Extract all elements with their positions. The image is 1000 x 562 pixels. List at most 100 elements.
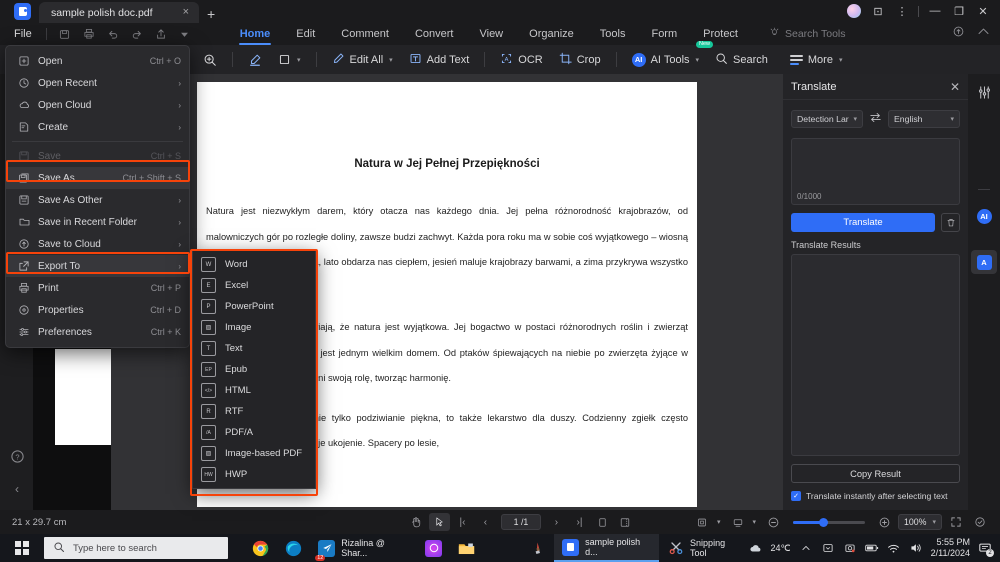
hand-icon[interactable] bbox=[406, 513, 427, 531]
file-menu-dropdown[interactable]: Open Ctrl + O Open Recent › Open Cloud ›… bbox=[5, 45, 190, 348]
save-icon[interactable] bbox=[53, 25, 77, 43]
export-item-image-based-pdf[interactable]: ▨ Image-based PDF bbox=[193, 443, 315, 464]
share-icon[interactable] bbox=[149, 25, 173, 43]
export-item-pdfa[interactable]: /A PDF/A bbox=[193, 422, 315, 443]
menu-item-preferences[interactable]: Preferences Ctrl + K bbox=[6, 321, 189, 343]
ocr-button[interactable]: A OCR bbox=[492, 49, 550, 71]
start-button[interactable] bbox=[0, 534, 44, 562]
zoom-level-select[interactable]: 100% ▾ bbox=[898, 514, 942, 530]
chevron-down-icon[interactable] bbox=[173, 25, 197, 43]
tab-edit[interactable]: Edit bbox=[283, 24, 328, 45]
collapse-ribbon-icon[interactable] bbox=[977, 25, 990, 43]
tab-organize[interactable]: Organize bbox=[516, 24, 587, 45]
zoom-slider-knob[interactable] bbox=[819, 517, 828, 527]
menu-item-create[interactable]: Create › bbox=[6, 116, 189, 138]
chevron-down-icon[interactable]: ▾ bbox=[717, 518, 721, 526]
close-icon[interactable]: ✕ bbox=[950, 80, 960, 94]
facing-page-view-icon[interactable] bbox=[615, 513, 636, 531]
swap-languages-icon[interactable] bbox=[869, 112, 882, 126]
target-language-select[interactable]: English ▾ bbox=[888, 110, 960, 128]
fit-page-button[interactable] bbox=[969, 513, 990, 531]
select-text-icon[interactable] bbox=[428, 513, 450, 531]
highlight-icon[interactable] bbox=[240, 49, 270, 71]
taskbar-app-paint[interactable] bbox=[521, 534, 554, 562]
translate-button[interactable]: Translate bbox=[791, 213, 935, 232]
battery-icon[interactable] bbox=[864, 541, 879, 555]
zoom-in-button[interactable] bbox=[874, 513, 895, 531]
camera-icon[interactable] bbox=[843, 541, 857, 555]
tab-form[interactable]: Form bbox=[638, 24, 690, 45]
last-page-button[interactable]: ›| bbox=[569, 513, 590, 531]
maximize-button[interactable]: ❐ bbox=[948, 2, 970, 20]
menu-item-save-as[interactable]: Save As Ctrl + Shift + S bbox=[6, 167, 189, 189]
tab-view[interactable]: View bbox=[466, 24, 516, 45]
taskbar-app-chrome[interactable] bbox=[244, 534, 277, 562]
checkbox-checked-icon[interactable]: ✓ bbox=[791, 491, 801, 501]
trash-icon[interactable] bbox=[941, 213, 960, 232]
taskbar-app-mail[interactable]: 12 Rizalina @ Shar... bbox=[310, 534, 417, 562]
taskbar-app-snipping-tool[interactable]: Snipping Tool bbox=[659, 534, 748, 562]
file-menu-button[interactable]: File bbox=[0, 28, 40, 40]
close-icon[interactable]: × bbox=[179, 7, 193, 18]
menu-item-export-to[interactable]: Export To › bbox=[6, 255, 189, 277]
chevron-up-icon[interactable] bbox=[799, 541, 813, 555]
tab-home[interactable]: Home bbox=[227, 24, 284, 45]
layout-icon[interactable] bbox=[727, 513, 748, 531]
translate-source-textarea[interactable]: 0/1000 bbox=[791, 138, 960, 205]
more-button[interactable]: More ▾ bbox=[782, 49, 851, 71]
export-item-rtf[interactable]: R RTF bbox=[193, 401, 315, 422]
page-view-mode-icon[interactable] bbox=[692, 513, 713, 531]
crop-button[interactable]: Crop bbox=[551, 49, 609, 71]
help-button[interactable]: ? bbox=[8, 447, 26, 465]
minimize-button[interactable]: — bbox=[924, 2, 946, 20]
tab-tools[interactable]: Tools bbox=[587, 24, 639, 45]
add-text-button[interactable]: Add Text bbox=[401, 49, 478, 71]
single-page-view-icon[interactable] bbox=[592, 513, 613, 531]
menu-item-save-as-other[interactable]: Save As Other › bbox=[6, 189, 189, 211]
tab-comment[interactable]: Comment bbox=[328, 24, 402, 45]
taskbar-app-file-explorer[interactable] bbox=[450, 534, 483, 562]
translate-icon[interactable]: A bbox=[974, 252, 994, 272]
clock[interactable]: 5:55 PM 2/11/2024 bbox=[931, 537, 970, 559]
next-page-button[interactable]: › bbox=[546, 513, 567, 531]
window-close-button[interactable]: ✕ bbox=[972, 2, 994, 20]
export-item-text[interactable]: T Text bbox=[193, 338, 315, 359]
undo-icon[interactable] bbox=[101, 25, 125, 43]
zoom-select-tool[interactable] bbox=[195, 49, 225, 71]
page-indicator[interactable]: 1 /1 bbox=[500, 514, 541, 530]
copy-result-button[interactable]: Copy Result bbox=[791, 464, 960, 483]
document-tab[interactable]: sample polish doc.pdf × bbox=[39, 2, 199, 23]
menu-item-save-to-cloud[interactable]: Save to Cloud › bbox=[6, 233, 189, 255]
screen-icon[interactable]: ⊡ bbox=[867, 2, 889, 20]
source-language-select[interactable]: Detection Lar ▾ bbox=[791, 110, 863, 128]
search-input[interactable]: Type here to search bbox=[43, 537, 229, 559]
translate-results-area[interactable] bbox=[791, 254, 960, 456]
prev-page-button[interactable]: ‹ bbox=[475, 513, 496, 531]
wifi-icon[interactable] bbox=[887, 541, 901, 555]
menu-item-properties[interactable]: Properties Ctrl + D bbox=[6, 299, 189, 321]
cloud-upload-icon[interactable] bbox=[952, 25, 965, 43]
translate-instantly-row[interactable]: ✓ Translate instantly after selecting te… bbox=[783, 483, 968, 501]
new-tab-button[interactable]: + bbox=[199, 7, 223, 23]
print-icon[interactable] bbox=[77, 25, 101, 43]
search-tools-button[interactable]: Search Tools bbox=[769, 27, 846, 41]
export-item-epub[interactable]: EP Epub bbox=[193, 359, 315, 380]
zoom-slider[interactable] bbox=[793, 517, 865, 527]
menu-item-save-in-recent-folder[interactable]: Save in Recent Folder › bbox=[6, 211, 189, 233]
fullscreen-button[interactable] bbox=[945, 513, 966, 531]
tab-convert[interactable]: Convert bbox=[402, 24, 467, 45]
sliders-icon[interactable] bbox=[974, 82, 994, 102]
menu-item-open[interactable]: Open Ctrl + O bbox=[6, 50, 189, 72]
search-button[interactable]: Search bbox=[707, 49, 776, 71]
redo-icon[interactable] bbox=[125, 25, 149, 43]
ai-tools-button[interactable]: AI AI Tools ▾ New bbox=[624, 40, 714, 71]
shape-tool[interactable]: ▾ bbox=[270, 49, 309, 71]
menu-item-open-cloud[interactable]: Open Cloud › bbox=[6, 94, 189, 116]
edit-all-button[interactable]: Edit All ▾ bbox=[324, 49, 401, 71]
zoom-out-button[interactable] bbox=[763, 513, 784, 531]
export-item-word[interactable]: W Word bbox=[193, 254, 315, 275]
export-item-excel[interactable]: E Excel bbox=[193, 275, 315, 296]
export-item-image[interactable]: ▨ Image bbox=[193, 317, 315, 338]
ai-assistant-icon[interactable]: AI bbox=[974, 206, 994, 226]
export-item-powerpoint[interactable]: P PowerPoint bbox=[193, 296, 315, 317]
